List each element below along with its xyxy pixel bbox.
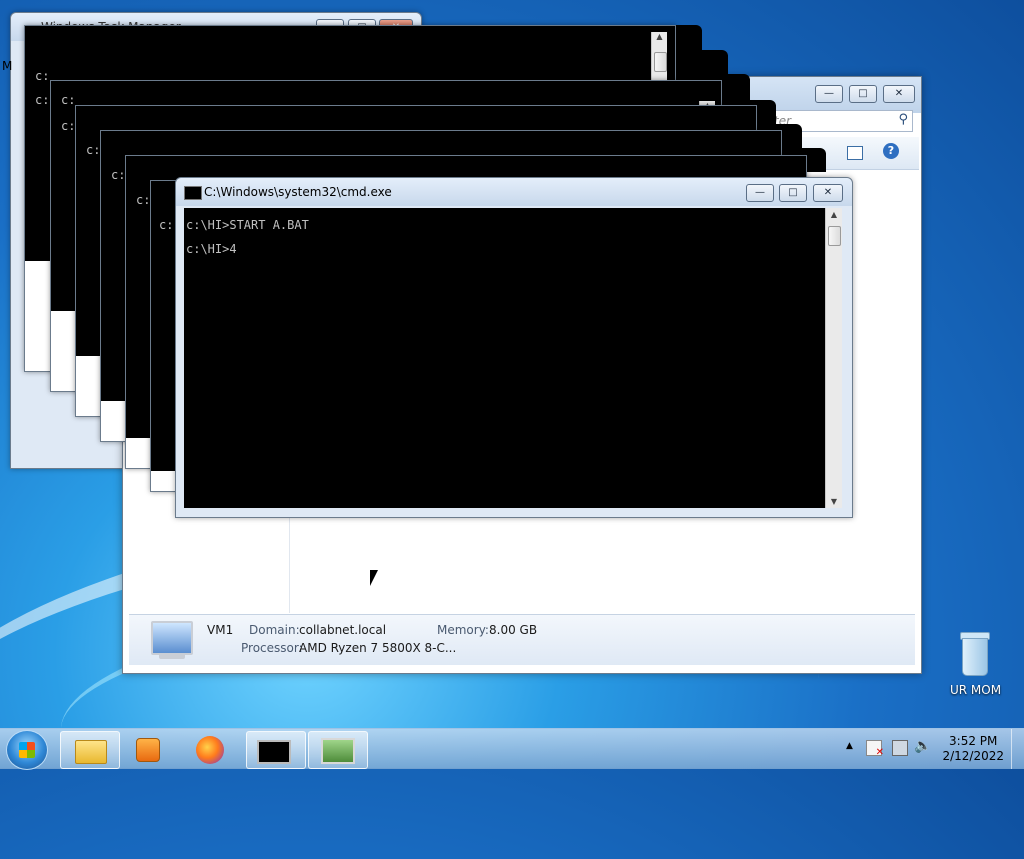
recycle-bin-icon[interactable] (958, 632, 990, 676)
mouse-cursor (370, 570, 378, 586)
search-icon: ⚲ (898, 112, 908, 127)
network-icon[interactable] (892, 740, 908, 756)
preview-pane-icon[interactable] (847, 146, 863, 160)
taskbar-cmd[interactable] (246, 731, 306, 769)
clock[interactable]: 3:52 PM 2/12/2022 (942, 734, 1004, 764)
folder-icon (75, 740, 107, 764)
taskbar: ▲ ✕ 🔈 3:52 PM 2/12/2022 (0, 728, 1024, 770)
taskbar-firefox[interactable] (182, 731, 240, 767)
show-hidden-icons-icon[interactable]: ▲ (846, 741, 853, 751)
windows-logo-icon (19, 742, 35, 758)
firefox-icon (196, 736, 224, 764)
cascade-line-2a: c: (61, 93, 76, 107)
help-icon[interactable]: ? (883, 143, 899, 159)
scroll-up-arrow[interactable]: ▲ (826, 210, 842, 219)
cmd-close-button[interactable]: ✕ (813, 184, 843, 202)
cmd-app-icon (184, 186, 202, 200)
cmd-console[interactable]: c:\HI>START A.BAT c:\HI>4 (184, 208, 825, 508)
cmd-line-1: c:\HI>START A.BAT (186, 218, 309, 232)
cascade-line-1a: c: (35, 69, 50, 83)
clock-time: 3:52 PM (949, 734, 998, 748)
cmd-window[interactable]: C:\Windows\system32\cmd.exe — □ ✕ c:\HI>… (175, 177, 853, 518)
computer-icon (151, 621, 193, 655)
scroll-thumb[interactable] (828, 226, 841, 246)
computer-stand (159, 653, 185, 659)
cascade-line-1b: c: (35, 93, 50, 107)
domain-label: Domain: (249, 623, 300, 637)
cmd-line-2: c:\HI>4 (186, 242, 237, 256)
explorer-close-button[interactable]: ✕ (883, 85, 915, 103)
taskbar-explorer[interactable] (60, 731, 120, 769)
memory-value: 8.00 GB (489, 623, 538, 637)
scroll-down-arrow[interactable]: ▼ (826, 497, 842, 506)
show-desktop-button[interactable] (1011, 729, 1024, 769)
processor-value: AMD Ryzen 7 5800X 8-C... (299, 641, 457, 655)
recycle-bin-label[interactable]: UR MOM (950, 683, 1001, 697)
volume-icon[interactable]: 🔈 (914, 738, 931, 754)
explorer-minimize-button[interactable]: — (815, 85, 843, 103)
details-pane: VM1 Domain: collabnet.local Memory: 8.00… (129, 614, 915, 665)
clock-date: 2/12/2022 (942, 749, 1004, 763)
action-center-icon[interactable]: ✕ (866, 740, 884, 758)
cmd-maximize-button[interactable]: □ (779, 184, 807, 202)
processor-label: Processor: (241, 641, 303, 655)
cmd-minimize-button[interactable]: — (746, 184, 774, 202)
media-player-icon (136, 738, 160, 762)
cmd-icon (257, 740, 291, 764)
side-letter: M (2, 59, 13, 73)
computer-name: VM1 (207, 623, 234, 637)
explorer-maximize-button[interactable]: □ (849, 85, 877, 103)
domain-value: collabnet.local (299, 623, 387, 637)
cmd-title: C:\Windows\system32\cmd.exe (204, 185, 392, 199)
cmd-scrollbar[interactable]: ▲ ▼ (825, 208, 842, 508)
cascade-line-6: c: (159, 218, 174, 232)
start-button[interactable] (6, 730, 48, 770)
taskbar-media-player[interactable] (120, 731, 178, 767)
memory-label: Memory: (437, 623, 489, 637)
taskbar-remote-desktop[interactable] (308, 731, 368, 769)
cmd-titlebar[interactable]: C:\Windows\system32\cmd.exe — □ ✕ (176, 178, 852, 206)
remote-desktop-icon (321, 738, 355, 764)
